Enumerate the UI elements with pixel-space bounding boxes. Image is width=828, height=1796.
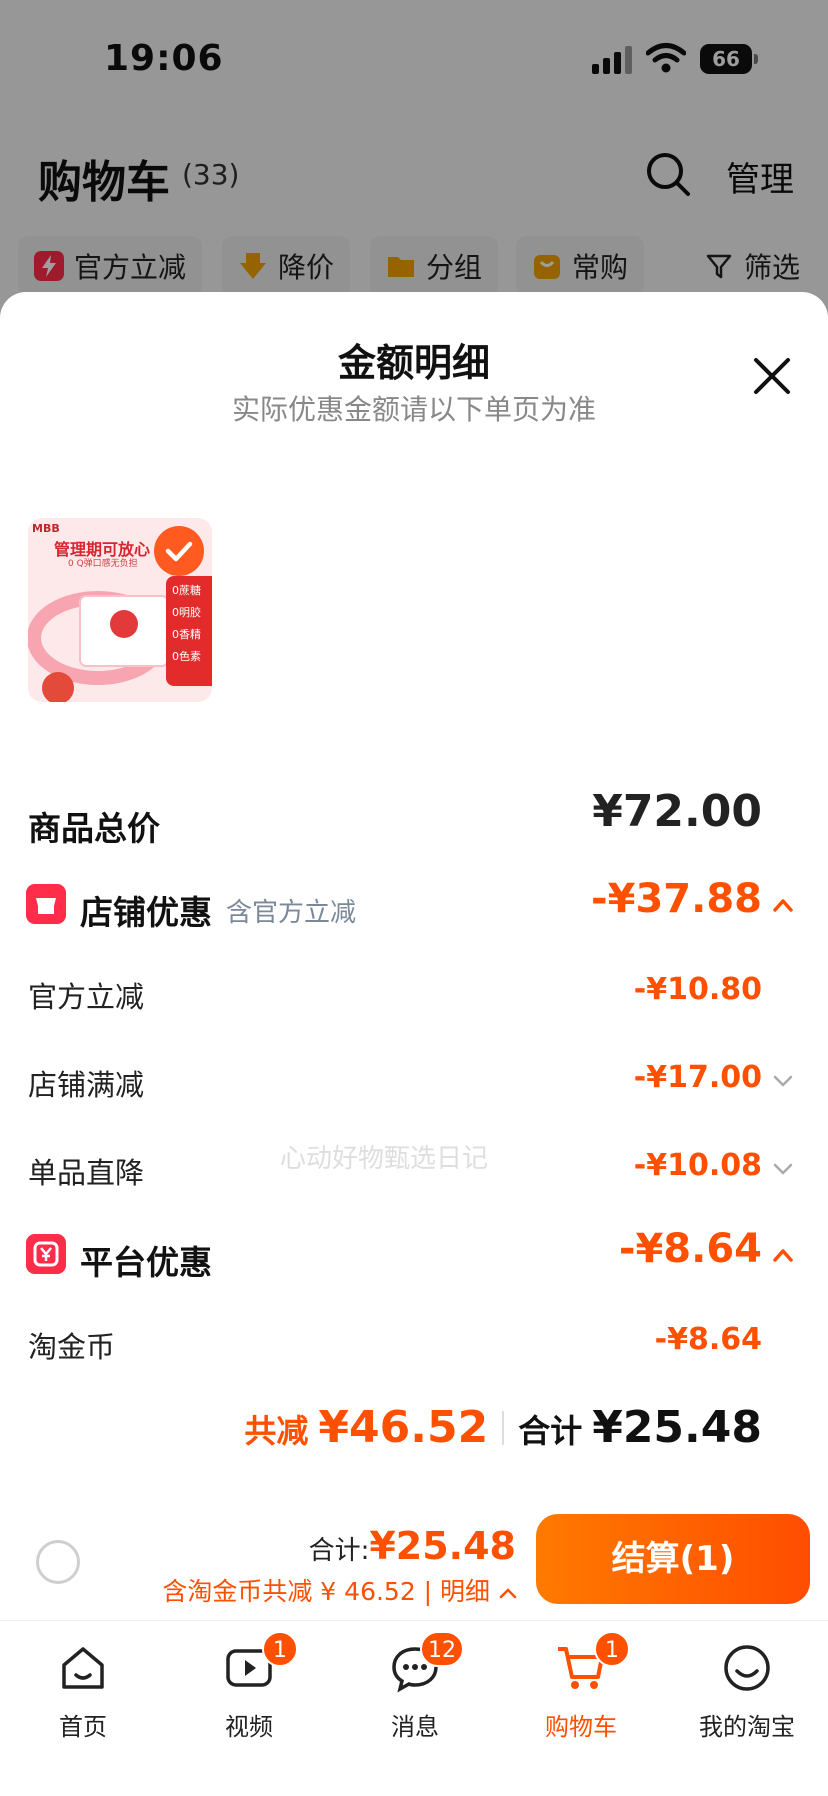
- shop-discount-label: 店铺优惠: [80, 893, 212, 932]
- product-selected-check[interactable]: [154, 526, 204, 576]
- row-item-direct-cut[interactable]: 单品直降 -¥10.08: [0, 1140, 828, 1200]
- summary-line: 共减 ¥46.52 合计 ¥25.48: [244, 1402, 762, 1453]
- row-shop-full-cut[interactable]: 店铺满减 -¥17.00: [0, 1052, 828, 1112]
- sheet-title: 金额明细: [337, 341, 490, 385]
- close-icon[interactable]: [752, 356, 792, 396]
- check-icon: [165, 541, 193, 562]
- smile-icon: [724, 1645, 770, 1691]
- goods-total-label: 商品总价: [28, 809, 160, 848]
- sheet-subtitle: 实际优惠金额请以下单页为准: [231, 393, 596, 426]
- product-tag: 0明胶: [172, 606, 201, 619]
- checkout-total-value: ¥25.48: [369, 1524, 516, 1568]
- amount-detail-sheet: 金额明细 实际优惠金额请以下单页为准 MBB 管理期可放心 0 Q弹口感无负担 …: [0, 292, 828, 1622]
- tab-home[interactable]: 首页: [0, 1635, 166, 1745]
- chevron-up-icon[interactable]: [772, 896, 794, 914]
- checkout-total-label: 合计:: [308, 1536, 370, 1566]
- chevron-down-icon[interactable]: [772, 1072, 794, 1090]
- taojinbi-value: -¥8.64: [654, 1322, 762, 1357]
- select-all-checkbox[interactable]: [36, 1540, 80, 1584]
- product-tag: 0色素: [172, 650, 201, 663]
- tab-label: 购物车: [545, 1713, 617, 1741]
- total-cut-value: ¥46.52: [318, 1402, 489, 1453]
- tab-my-taobao[interactable]: 我的淘宝: [664, 1635, 828, 1745]
- item-direct-cut-label: 单品直降: [28, 1156, 145, 1190]
- tab-badge: 1: [594, 1631, 630, 1667]
- shop-full-cut-label: 店铺满减: [28, 1068, 145, 1102]
- shop-full-cut-value: -¥17.00: [633, 1060, 762, 1095]
- tab-label: 消息: [391, 1713, 439, 1741]
- row-official-cut: 官方立减 -¥10.80: [0, 964, 828, 1024]
- item-direct-cut-value: -¥10.08: [633, 1148, 762, 1183]
- platform-discount-label: 平台优惠: [80, 1243, 212, 1282]
- tab-badge: 12: [420, 1631, 464, 1667]
- total-cut-label: 共减: [244, 1412, 309, 1450]
- product-side-tags: 0蔗糖 0明胶 0香精 0色素: [166, 576, 212, 686]
- row-taojinbi: 淘金币 -¥8.64: [0, 1314, 828, 1374]
- shop-discount-note: 含官方立减: [226, 898, 357, 928]
- official-cut-label: 官方立减: [28, 980, 145, 1014]
- product-brand: MBB: [32, 522, 60, 535]
- summary-divider: [502, 1410, 505, 1445]
- shop-discount-value: -¥37.88: [591, 876, 762, 922]
- row-shop-discount[interactable]: 店铺优惠 含官方立减 -¥37.88: [0, 876, 828, 936]
- sum-value: ¥25.48: [592, 1402, 762, 1453]
- tab-label: 我的淘宝: [699, 1713, 795, 1741]
- tab-label: 视频: [225, 1713, 273, 1741]
- tab-label: 首页: [59, 1713, 107, 1741]
- product-subline: 0 Q弹口感无负担: [68, 559, 138, 569]
- taojinbi-label: 淘金币: [28, 1330, 116, 1364]
- checkout-button[interactable]: 结算(1): [536, 1514, 810, 1604]
- goods-total-value: ¥72.00: [592, 786, 762, 837]
- checkout-bar: 合计:¥25.48 含淘金币共减 ¥ 46.52 | 明细 结算(1): [0, 1500, 828, 1620]
- tab-bar: 首页 1 视频 12 消息 1 购物车 我的淘宝: [0, 1620, 828, 1796]
- tab-messages[interactable]: 12 消息: [332, 1631, 498, 1745]
- checkout-sub-text: 含淘金币共减 ¥ 46.52 | 明细: [162, 1577, 491, 1606]
- platform-discount-value: -¥8.64: [618, 1226, 762, 1272]
- product-tag: 0蔗糖: [172, 584, 201, 597]
- home-icon: [62, 1647, 104, 1689]
- official-cut-value: -¥10.80: [633, 972, 762, 1007]
- chevron-down-icon[interactable]: [772, 1160, 794, 1178]
- sum-label: 合计: [518, 1412, 583, 1450]
- tab-video[interactable]: 1 视频: [166, 1631, 332, 1745]
- tab-cart[interactable]: 1 购物车: [498, 1631, 664, 1745]
- row-goods-total: 商品总价 ¥72.00: [0, 786, 828, 852]
- yuan-coupon-icon: [26, 1234, 66, 1274]
- row-platform-discount[interactable]: 平台优惠 -¥8.64: [0, 1226, 828, 1286]
- shop-icon: [26, 884, 66, 924]
- product-tag: 0香精: [172, 628, 201, 641]
- checkout-total: 合计:¥25.48: [309, 1524, 516, 1568]
- checkout-detail-toggle[interactable]: 含淘金币共减 ¥ 46.52 | 明细: [162, 1572, 518, 1608]
- product-thumbnail[interactable]: MBB 管理期可放心 0 Q弹口感无负担 0蔗糖 0明胶 0香精 0色素: [28, 518, 212, 702]
- tab-badge: 1: [262, 1631, 298, 1667]
- chevron-up-icon[interactable]: [772, 1246, 794, 1264]
- chevron-up-icon: [499, 1588, 517, 1599]
